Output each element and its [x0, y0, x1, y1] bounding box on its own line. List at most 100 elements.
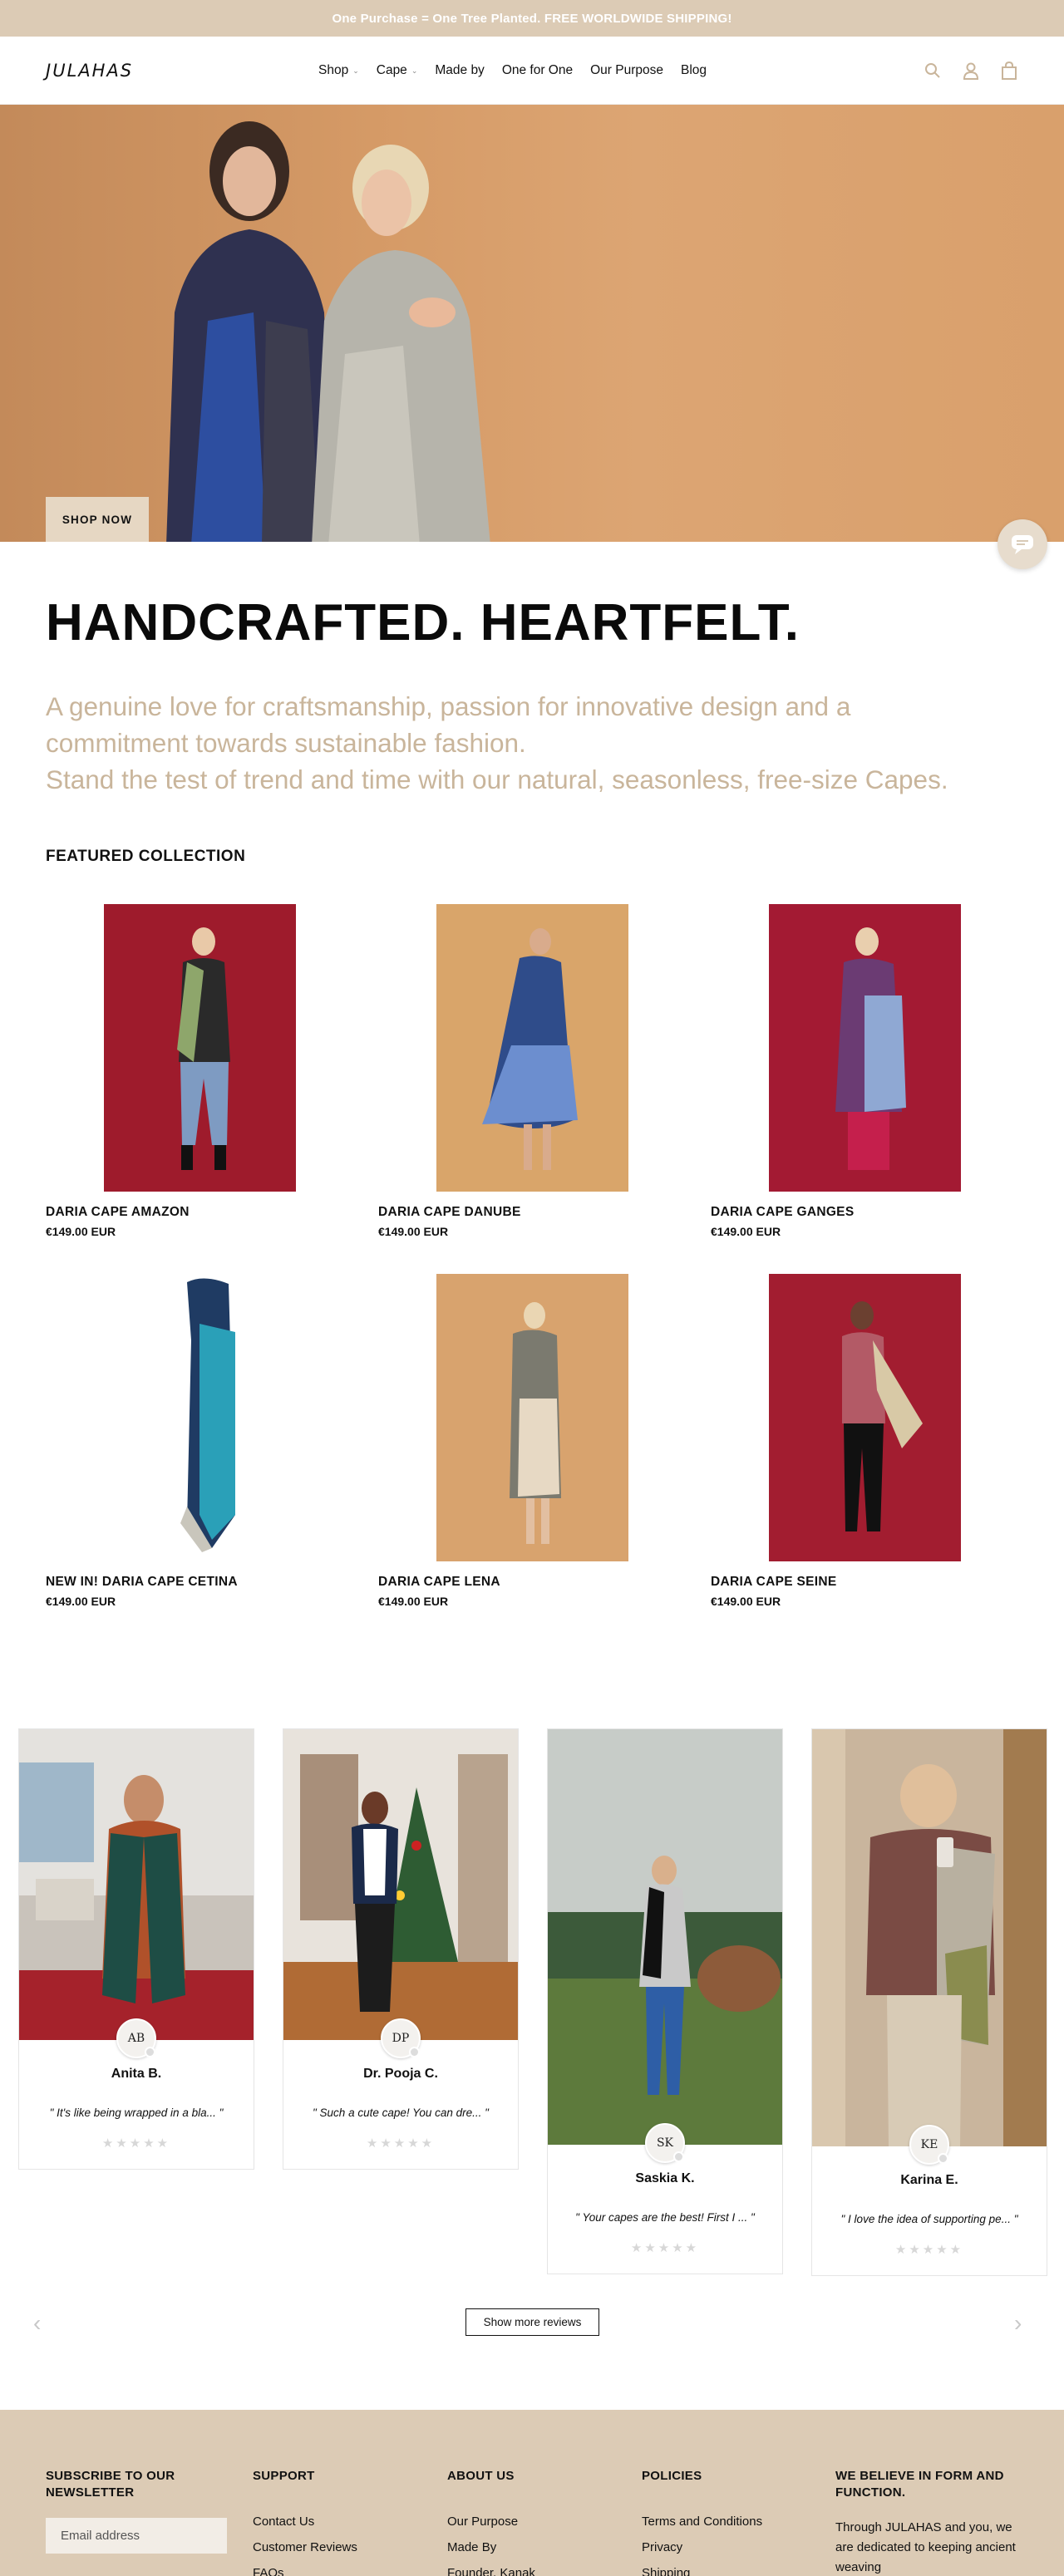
reviews-carousel: AB Anita B. " It's like being wrapped in…	[0, 1728, 1064, 2343]
show-more-reviews-button[interactable]: Show more reviews	[466, 2308, 599, 2336]
review-quote[interactable]: " Your capes are the best! First I ... "	[548, 2211, 782, 2224]
newsletter-title: SUBSCRIBE TO OUR NEWSLETTER	[46, 2469, 175, 2500]
reviewer-name: Karina E.	[900, 2173, 958, 2187]
review-quote[interactable]: " I love the idea of supporting pe... "	[812, 2213, 1047, 2225]
nav-made-by-label: Made by	[435, 63, 485, 77]
nav-cape-label: Cape	[376, 63, 407, 77]
reviewer-avatar: AB	[116, 2018, 156, 2058]
footer-link[interactable]: FAQs	[253, 2566, 357, 2576]
verified-icon	[145, 2047, 155, 2057]
footer-link[interactable]: Shipping	[642, 2566, 762, 2576]
product-card[interactable]: NEW IN! DARIA CAPE CETINA €149.00 EUR	[46, 1274, 378, 1608]
footer-link[interactable]: Privacy	[642, 2540, 762, 2554]
product-card[interactable]: DARIA CAPE DANUBE €149.00 EUR	[378, 904, 711, 1238]
footer-link[interactable]: Terms and Conditions	[642, 2515, 762, 2529]
product-image[interactable]	[769, 904, 961, 1192]
nav-shop-label: Shop	[318, 63, 349, 77]
product-card[interactable]: DARIA CAPE LENA €149.00 EUR	[378, 1274, 711, 1608]
product-card[interactable]: DARIA CAPE SEINE €149.00 EUR	[711, 1274, 1043, 1608]
footer-link[interactable]: Contact Us	[253, 2515, 357, 2529]
review-photo[interactable]	[19, 1729, 254, 2040]
nav-one-for-one[interactable]: One for One	[502, 63, 573, 78]
review-photo[interactable]	[812, 1729, 1047, 2146]
footer-about: ABOUT US Our Purpose Made By Founder, Ka…	[447, 2468, 535, 2576]
review-card[interactable]: DP Dr. Pooja C. " Such a cute cape! You …	[283, 1728, 519, 2170]
review-card[interactable]: SK Saskia K. " Your capes are the best! …	[547, 1728, 783, 2274]
star-rating: ★★★★★	[894, 2243, 964, 2257]
account-icon[interactable]	[961, 61, 981, 81]
chat-icon[interactable]	[998, 519, 1047, 569]
product-card[interactable]: DARIA CAPE GANGES €149.00 EUR	[711, 904, 1043, 1238]
product-name[interactable]: DARIA CAPE DANUBE	[378, 1205, 711, 1220]
avatar-initials: KE	[920, 2138, 938, 2151]
reviewer-avatar: SK	[645, 2123, 685, 2163]
reviewer-name: Saskia K.	[635, 2171, 695, 2185]
about-title: ABOUT US	[447, 2469, 515, 2483]
product-card[interactable]: DARIA CAPE AMAZON €149.00 EUR	[46, 904, 378, 1238]
review-photo[interactable]	[548, 1729, 782, 2145]
footer-believe: WE BELIEVE IN FORM AND FUNCTION. Through…	[835, 2468, 1027, 2576]
hero-model-image	[312, 145, 490, 542]
believe-text: Through JULAHAS and you, we are dedicate…	[835, 2520, 1016, 2574]
product-image[interactable]	[436, 904, 628, 1192]
verified-icon	[409, 2047, 420, 2057]
footer-link[interactable]: Our Purpose	[447, 2515, 535, 2529]
product-image[interactable]	[769, 1274, 961, 1562]
site-footer: SUBSCRIBE TO OUR NEWSLETTER Email addres…	[0, 2410, 1064, 2576]
nav-shop[interactable]: Shop ⌄	[318, 63, 359, 78]
nav-made-by[interactable]: Made by	[435, 63, 484, 78]
review-photo[interactable]	[283, 1729, 518, 2040]
tagline-line: Stand the test of trend and time with ou…	[46, 764, 948, 795]
avatar-initials: DP	[392, 2032, 410, 2045]
hero-banner[interactable]: SHOP NOW	[0, 105, 1064, 542]
nav-our-purpose[interactable]: Our Purpose	[590, 63, 663, 78]
product-image[interactable]	[104, 904, 296, 1192]
reviewer-name: Dr. Pooja C.	[363, 2067, 438, 2081]
footer-link[interactable]: Founder, Kanak	[447, 2566, 535, 2576]
product-image[interactable]	[436, 1274, 628, 1562]
review-quote[interactable]: " Such a cute cape! You can dre... "	[283, 2107, 518, 2119]
reviewer-name: Anita B.	[111, 2067, 162, 2081]
tagline: A genuine love for craftsmanship, passio…	[46, 688, 1018, 798]
footer-link[interactable]: Made By	[447, 2540, 535, 2554]
avatar-initials: AB	[127, 2032, 145, 2045]
product-price: €149.00 EUR	[378, 1225, 449, 1239]
star-rating: ★★★★★	[366, 2136, 436, 2151]
footer-link[interactable]: Customer Reviews	[253, 2540, 357, 2554]
footer-support: SUPPORT Contact Us Customer Reviews FAQs	[253, 2468, 357, 2576]
star-rating: ★★★★★	[630, 2241, 700, 2255]
product-price: €149.00 EUR	[711, 1225, 781, 1239]
support-title: SUPPORT	[253, 2469, 315, 2483]
nav-our-purpose-label: Our Purpose	[590, 63, 663, 77]
review-card[interactable]: AB Anita B. " It's like being wrapped in…	[18, 1728, 254, 2170]
brand-logo[interactable]: JULAHAS	[46, 61, 133, 81]
review-quote[interactable]: " It's like being wrapped in a bla... "	[19, 2107, 254, 2119]
product-name[interactable]: DARIA CAPE AMAZON	[46, 1205, 378, 1220]
tagline-line: commitment towards sustainable fashion.	[46, 728, 526, 759]
cart-icon[interactable]	[999, 61, 1019, 81]
product-grid: DARIA CAPE AMAZON €149.00 EUR DARIA CAPE…	[0, 904, 1064, 1652]
announcement-text: One Purchase = One Tree Planted. FREE WO…	[332, 11, 732, 26]
search-icon[interactable]	[923, 61, 943, 81]
carousel-next-arrow-icon[interactable]: ›	[1014, 2310, 1022, 2337]
footer-newsletter: SUBSCRIBE TO OUR NEWSLETTER	[46, 2468, 212, 2501]
carousel-prev-arrow-icon[interactable]: ‹	[33, 2310, 41, 2337]
product-price: €149.00 EUR	[46, 1225, 116, 1239]
product-name[interactable]: NEW IN! DARIA CAPE CETINA	[46, 1575, 378, 1590]
headline-section: HANDCRAFTED. HEARTFELT. A genuine love f…	[0, 542, 1064, 798]
product-name[interactable]: DARIA CAPE LENA	[378, 1575, 711, 1590]
nav-blog[interactable]: Blog	[681, 63, 707, 78]
nav-cape[interactable]: Cape ⌄	[377, 63, 418, 78]
announcement-bar: One Purchase = One Tree Planted. FREE WO…	[0, 0, 1064, 37]
policies-title: POLICIES	[642, 2469, 702, 2483]
avatar-initials: SK	[656, 2136, 674, 2150]
shop-now-button[interactable]: SHOP NOW	[46, 497, 149, 542]
reviewer-avatar: DP	[381, 2018, 421, 2058]
product-image[interactable]	[104, 1274, 296, 1562]
chevron-down-icon: ⌄	[352, 66, 359, 75]
product-name[interactable]: DARIA CAPE SEINE	[711, 1575, 1043, 1590]
nav-blog-label: Blog	[681, 63, 707, 77]
product-name[interactable]: DARIA CAPE GANGES	[711, 1205, 1043, 1220]
review-card[interactable]: KE Karina E. " I love the idea of suppor…	[811, 1728, 1047, 2276]
email-input[interactable]: Email address	[46, 2518, 227, 2554]
